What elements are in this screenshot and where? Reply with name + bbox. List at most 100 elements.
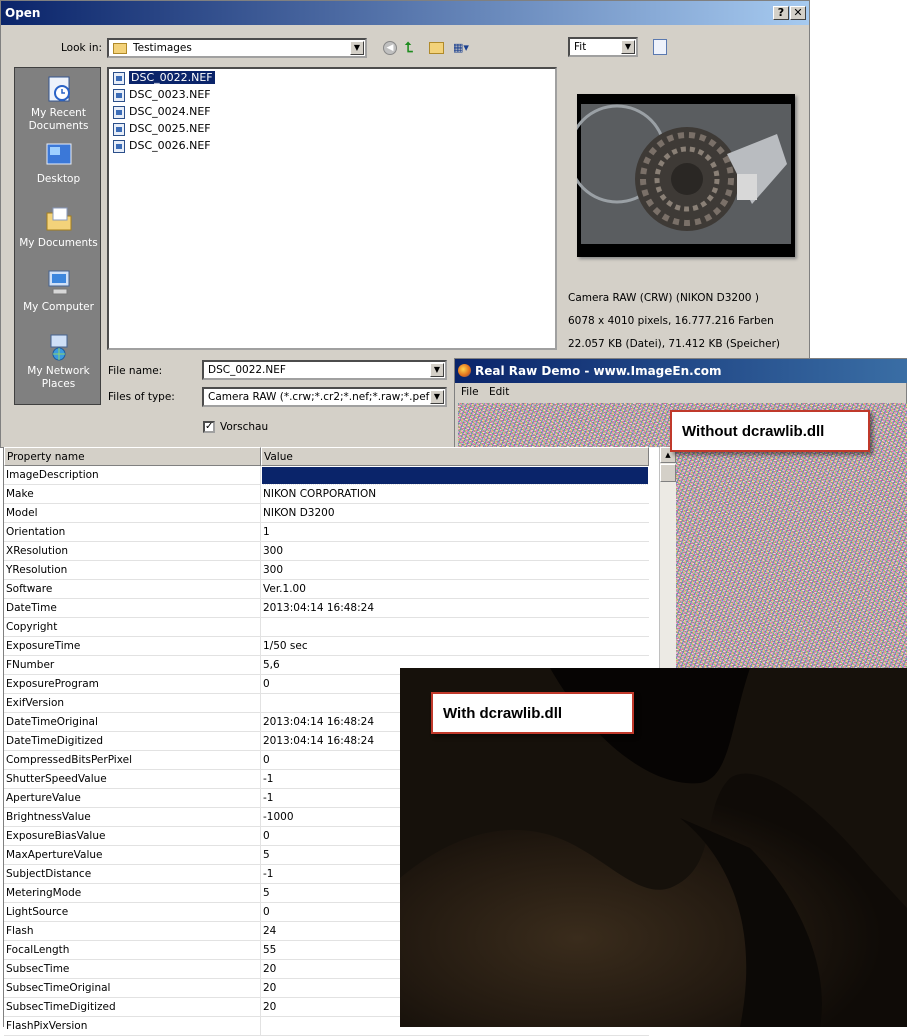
- column-divider: [260, 580, 261, 599]
- property-value-cell[interactable]: Ver.1.00: [263, 583, 306, 595]
- nef-file-icon: [113, 123, 125, 136]
- chevron-down-icon[interactable]: ▼: [430, 390, 444, 404]
- new-folder-icon[interactable]: [429, 42, 444, 54]
- nef-file-icon: [113, 89, 125, 102]
- column-divider: [260, 789, 261, 808]
- header-value[interactable]: Value: [261, 447, 649, 466]
- property-value-cell[interactable]: 20: [263, 1001, 276, 1013]
- file-item[interactable]: DSC_0026.NEF: [113, 138, 211, 154]
- column-divider: [260, 599, 261, 618]
- table-row[interactable]: Model NIKON D3200: [4, 504, 649, 523]
- property-name-cell: SubjectDistance: [6, 868, 92, 880]
- selected-value-highlight[interactable]: [261, 466, 649, 485]
- table-row[interactable]: Copyright: [4, 618, 649, 637]
- property-name-cell: FNumber: [6, 659, 55, 671]
- table-row[interactable]: Software Ver.1.00: [4, 580, 649, 599]
- file-list[interactable]: DSC_0022.NEF DSC_0023.NEF DSC_0024.NEF D…: [107, 67, 557, 350]
- property-value-cell[interactable]: 20: [263, 963, 276, 975]
- column-divider: [260, 504, 261, 523]
- property-value-cell[interactable]: -1: [263, 792, 273, 804]
- property-name-cell: ExposureBiasValue: [6, 830, 106, 842]
- chevron-down-icon[interactable]: ▼: [621, 40, 635, 54]
- table-row[interactable]: DateTime 2013:04:14 16:48:24: [4, 599, 649, 618]
- property-value-cell[interactable]: -1: [263, 773, 273, 785]
- files-of-type-value: Camera RAW (*.crw;*.cr2;*.nef;*.raw;*.pe…: [208, 391, 433, 403]
- table-row[interactable]: Make NIKON CORPORATION: [4, 485, 649, 504]
- table-row[interactable]: ExposureTime 1/50 sec: [4, 637, 649, 656]
- places-bar: My Recent Documents Desktop My Documents…: [14, 67, 101, 405]
- property-value-cell[interactable]: 300: [263, 545, 283, 557]
- property-value-cell[interactable]: 0: [263, 830, 270, 842]
- print-preview-icon[interactable]: [653, 39, 667, 55]
- column-divider: [260, 960, 261, 979]
- place-my-computer[interactable]: My Computer: [15, 268, 102, 314]
- property-value-cell[interactable]: 1/50 sec: [263, 640, 308, 652]
- up-folder-icon[interactable]: ⮤: [405, 40, 421, 56]
- table-row[interactable]: YResolution 300: [4, 561, 649, 580]
- property-value-cell[interactable]: -1: [263, 868, 273, 880]
- property-value-cell[interactable]: NIKON D3200: [263, 507, 335, 519]
- network-places-icon: [50, 334, 67, 361]
- property-value-cell[interactable]: 24: [263, 925, 276, 937]
- look-in-combo[interactable]: Testimages ▼: [107, 38, 367, 58]
- demo-title-bar: Real Raw Demo - www.ImageEn.com: [455, 359, 907, 383]
- header-property-name[interactable]: Property name: [4, 447, 261, 466]
- column-divider: [260, 542, 261, 561]
- property-value-cell[interactable]: 5,6: [263, 659, 280, 671]
- property-value-cell[interactable]: 2013:04:14 16:48:24: [263, 602, 374, 614]
- demo-title: Real Raw Demo - www.ImageEn.com: [475, 364, 722, 378]
- close-button[interactable]: ✕: [790, 6, 806, 20]
- column-divider: [260, 884, 261, 903]
- menu-file[interactable]: File: [461, 386, 479, 398]
- chevron-down-icon[interactable]: ▼: [350, 41, 364, 55]
- column-divider: [260, 808, 261, 827]
- property-value-cell[interactable]: -1000: [263, 811, 294, 823]
- menu-edit[interactable]: Edit: [489, 386, 509, 398]
- place-label: Desktop: [36, 173, 81, 185]
- place-network[interactable]: My Network Places: [15, 332, 102, 391]
- property-value-cell[interactable]: 2013:04:14 16:48:24: [263, 735, 374, 747]
- files-of-type-select[interactable]: Camera RAW (*.crw;*.cr2;*.nef;*.raw;*.pe…: [202, 387, 447, 407]
- property-name-cell: DateTimeDigitized: [6, 735, 104, 747]
- place-label: My Documents: [19, 237, 98, 249]
- table-row[interactable]: ImageDescription: [4, 466, 649, 485]
- column-divider: [260, 979, 261, 998]
- property-name-cell: SubsecTime: [6, 963, 70, 975]
- table-row[interactable]: Orientation 1: [4, 523, 649, 542]
- file-item[interactable]: DSC_0025.NEF: [113, 121, 211, 137]
- property-value-cell[interactable]: 300: [263, 564, 283, 576]
- property-value-cell[interactable]: 55: [263, 944, 276, 956]
- help-button[interactable]: ?: [773, 6, 789, 20]
- property-value-cell[interactable]: NIKON CORPORATION: [263, 488, 376, 500]
- file-item[interactable]: DSC_0023.NEF: [113, 87, 211, 103]
- zoom-combo[interactable]: Fit ▼: [568, 37, 638, 57]
- property-value-cell[interactable]: 0: [263, 678, 270, 690]
- property-name-cell: ApertureValue: [6, 792, 81, 804]
- back-icon[interactable]: ◀: [383, 41, 397, 55]
- zoom-value: Fit: [574, 41, 587, 53]
- file-item[interactable]: DSC_0024.NEF: [113, 104, 211, 120]
- preview-dimensions: 6078 x 4010 pixels, 16.777.216 Farben: [568, 315, 774, 327]
- column-divider: [260, 846, 261, 865]
- column-divider: [260, 770, 261, 789]
- place-desktop[interactable]: Desktop: [15, 140, 102, 186]
- property-value-cell[interactable]: 20: [263, 982, 276, 994]
- property-value-cell[interactable]: 1: [263, 526, 270, 538]
- place-recent-documents[interactable]: My Recent Documents: [15, 74, 102, 133]
- property-value-cell[interactable]: 0: [263, 754, 270, 766]
- table-row[interactable]: XResolution 300: [4, 542, 649, 561]
- file-name-input[interactable]: DSC_0022.NEF ▼: [202, 360, 447, 380]
- property-value-cell[interactable]: 5: [263, 849, 270, 861]
- property-name-cell: ExposureTime: [6, 640, 81, 652]
- preview-checkbox[interactable]: ✓: [203, 421, 215, 433]
- property-value-cell[interactable]: 2013:04:14 16:48:24: [263, 716, 374, 728]
- property-value-cell[interactable]: 0: [263, 906, 270, 918]
- scroll-thumb[interactable]: [660, 464, 676, 482]
- chevron-down-icon[interactable]: ▼: [430, 363, 444, 377]
- property-name-cell: ExposureProgram: [6, 678, 99, 690]
- place-my-documents[interactable]: My Documents: [15, 204, 102, 250]
- file-item[interactable]: DSC_0022.NEF: [113, 70, 215, 86]
- files-of-type-label: Files of type:: [108, 391, 175, 403]
- property-value-cell[interactable]: 5: [263, 887, 270, 899]
- view-menu-icon[interactable]: ▦▾: [453, 41, 473, 55]
